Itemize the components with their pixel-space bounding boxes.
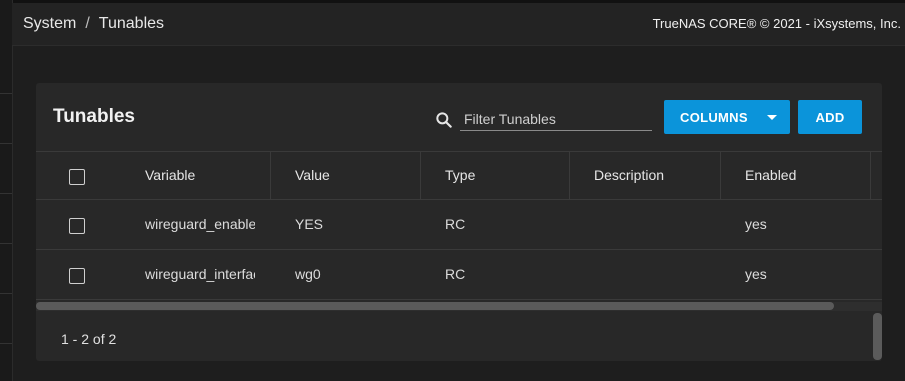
- cell-description: [594, 250, 704, 299]
- cell-value: YES: [295, 216, 324, 232]
- column-resizer[interactable]: [720, 152, 721, 199]
- column-resizer[interactable]: [420, 152, 421, 199]
- row-checkbox[interactable]: [69, 268, 85, 284]
- row-checkbox[interactable]: [69, 218, 85, 234]
- add-button[interactable]: ADD: [798, 100, 862, 134]
- table-header: Variable Value Type Description Enabled: [36, 151, 882, 200]
- cell-type: RC: [445, 216, 466, 232]
- add-button-label: ADD: [815, 109, 845, 125]
- breadcrumb-separator: /: [85, 15, 90, 32]
- tunables-card: Tunables COLUMNS ADD Variable Value Type…: [36, 83, 882, 361]
- breadcrumb: System / Tunables: [23, 15, 164, 33]
- vertical-scrollbar-thumb[interactable]: [873, 313, 882, 360]
- cell-description: [594, 200, 704, 249]
- cell-enabled: yes: [745, 266, 767, 282]
- table-row[interactable]: wireguard_enable YES RC yes: [36, 200, 882, 250]
- columns-button-label: COLUMNS: [680, 109, 748, 125]
- cell-variable: wireguard_interfaces: [145, 266, 255, 282]
- breadcrumb-tunables: Tunables: [98, 15, 165, 32]
- cell-value: wg0: [295, 266, 321, 282]
- horizontal-scrollbar-thumb[interactable]: [36, 302, 834, 310]
- cell-variable: wireguard_enable: [145, 216, 255, 232]
- column-header-description[interactable]: Description: [594, 152, 664, 199]
- search-icon: [436, 112, 452, 128]
- select-all-checkbox[interactable]: [69, 169, 85, 185]
- side-nav-rail: [0, 0, 13, 381]
- column-header-variable[interactable]: Variable: [145, 152, 195, 199]
- columns-button[interactable]: COLUMNS: [664, 100, 790, 134]
- column-header-enabled[interactable]: Enabled: [745, 152, 796, 199]
- filter-tunables-input[interactable]: [460, 108, 652, 131]
- chevron-down-icon[interactable]: [767, 115, 777, 120]
- column-header-type[interactable]: Type: [445, 152, 475, 199]
- cell-enabled: yes: [745, 216, 767, 232]
- top-bar: System / Tunables TrueNAS CORE® © 2021 - i…: [12, 3, 905, 46]
- column-resizer[interactable]: [569, 152, 570, 199]
- column-resizer[interactable]: [270, 152, 271, 199]
- column-resizer[interactable]: [870, 152, 871, 199]
- column-header-value[interactable]: Value: [295, 152, 330, 199]
- cell-type: RC: [445, 266, 466, 282]
- table-row[interactable]: wireguard_interfaces wg0 RC yes: [36, 250, 882, 300]
- card-title: Tunables: [53, 106, 135, 127]
- pagination-range: 1 - 2 of 2: [61, 331, 117, 347]
- breadcrumb-system[interactable]: System: [23, 15, 76, 32]
- copyright-text: TrueNAS CORE® © 2021 - iXsystems, Inc.: [652, 16, 901, 31]
